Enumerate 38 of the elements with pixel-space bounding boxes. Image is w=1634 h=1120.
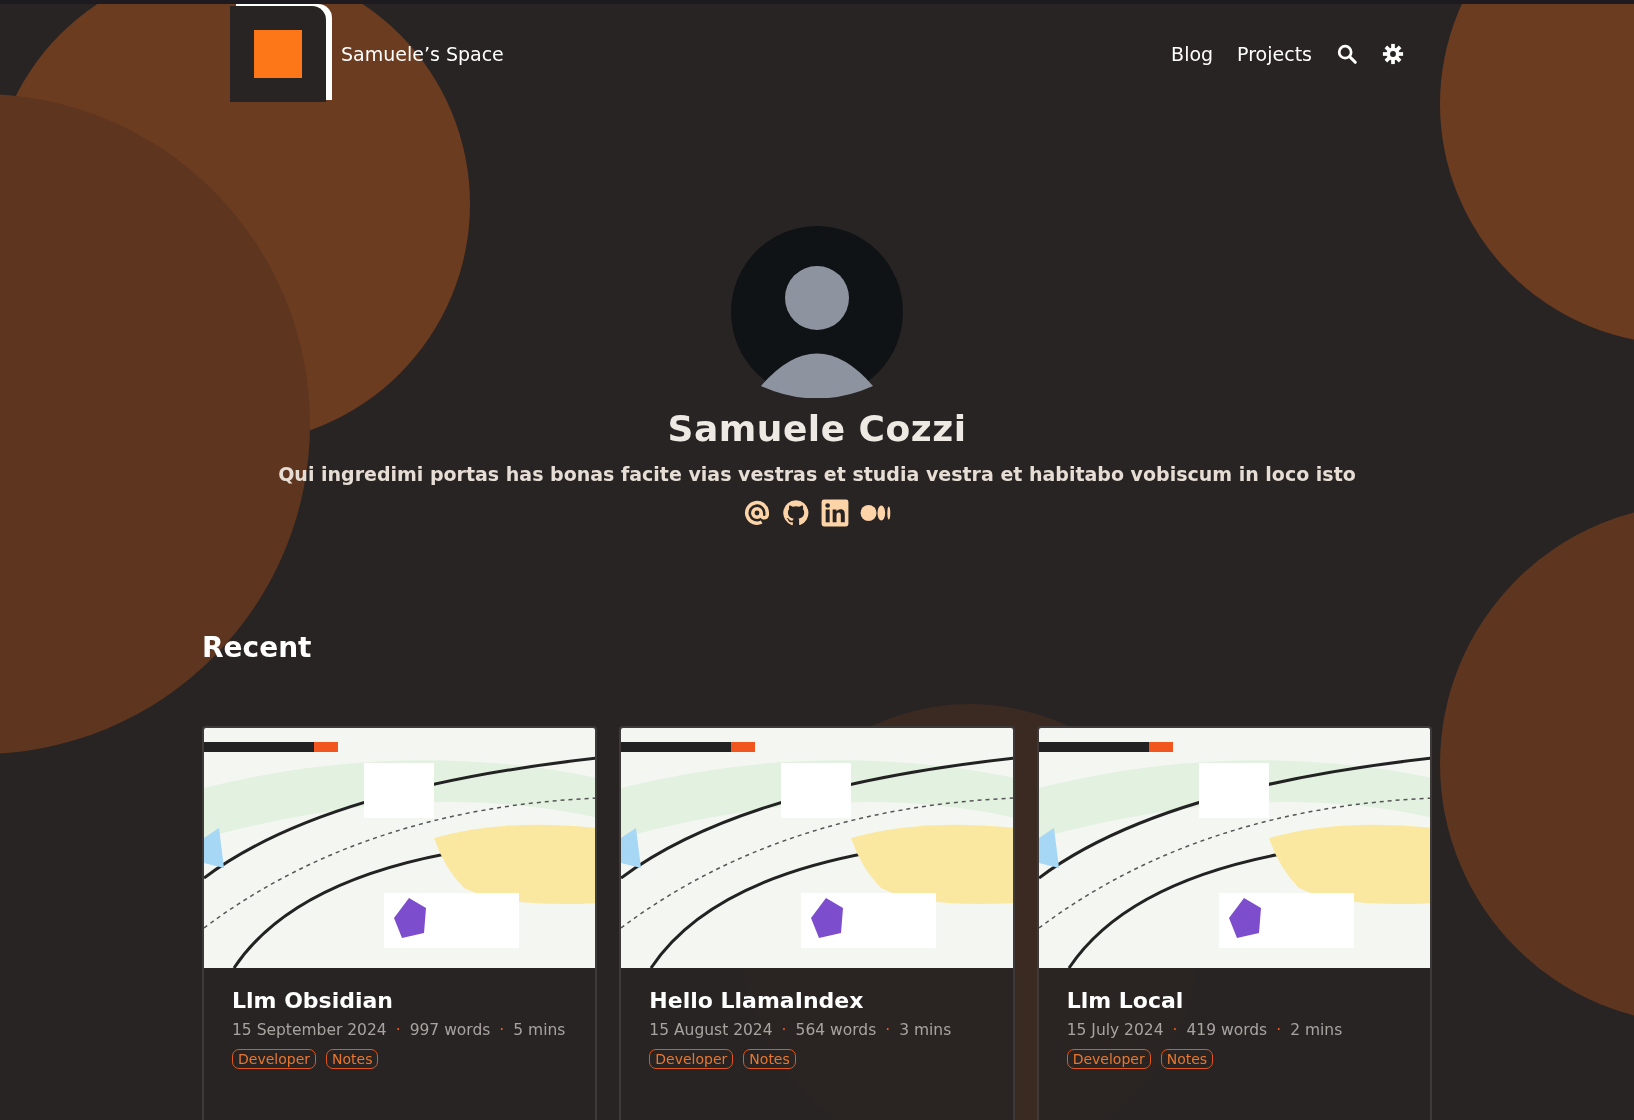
post-card[interactable]: Llm Obsidian 15 September 2024 · 997 words · 5 mins Developer Notes	[202, 726, 598, 1120]
search-icon[interactable]	[1336, 43, 1358, 65]
separator: ·	[1172, 1021, 1178, 1039]
post-meta: 2 mins	[1290, 1021, 1343, 1039]
section-heading: Recent	[202, 631, 313, 664]
separator: ·	[885, 1021, 891, 1039]
post-meta: 15 August 2024	[649, 1021, 773, 1039]
site-title[interactable]: Samuele’s Space	[341, 43, 504, 65]
nav-link[interactable]: Projects	[1237, 43, 1312, 65]
email-icon[interactable]	[742, 499, 771, 527]
post-title[interactable]: Llm Local	[1066, 988, 1402, 1013]
post-meta: 3 mins	[899, 1021, 952, 1039]
separator: ·	[1276, 1021, 1282, 1039]
post-meta: 5 mins	[513, 1021, 566, 1039]
tag-chip[interactable]: Notes	[326, 1049, 379, 1069]
post-title[interactable]: Hello LlamaIndex	[649, 988, 985, 1013]
post-title[interactable]: Llm Obsidian	[232, 988, 568, 1013]
separator: ·	[499, 1021, 505, 1039]
linkedin-icon[interactable]	[820, 499, 849, 527]
nav-link[interactable]: Blog	[1171, 43, 1214, 65]
post-meta: 564 words	[795, 1021, 877, 1039]
separator: ·	[395, 1021, 401, 1039]
post-meta: 419 words	[1186, 1021, 1268, 1039]
profile-tagline: Qui ingredimi portas has bonas facite vias vestras et studia vestra et habitabo vobiscum in loco isto	[278, 463, 1356, 485]
tag-chip[interactable]: Developer	[232, 1049, 316, 1069]
post-meta: 997 words	[409, 1021, 491, 1039]
tag-chip[interactable]: Developer	[649, 1049, 734, 1069]
github-icon[interactable]	[781, 499, 810, 527]
post-meta: 15 September 2024	[232, 1021, 387, 1039]
post-meta: 15 July 2024	[1066, 1021, 1164, 1039]
post-card[interactable]: Hello LlamaIndex 15 August 2024 · 564 words · 3 mins Developer Notes	[619, 726, 1015, 1120]
tag-chip[interactable]: Notes	[1160, 1049, 1214, 1069]
post-card[interactable]: Llm Local 15 July 2024 · 419 words · 2 mins Developer Notes	[1036, 726, 1432, 1120]
settings-icon[interactable]	[1382, 43, 1404, 65]
separator: ·	[781, 1021, 787, 1039]
tag-chip[interactable]: Developer	[1066, 1049, 1151, 1069]
profile-name: Samuele Cozzi	[667, 408, 967, 449]
tag-chip[interactable]: Notes	[743, 1049, 796, 1069]
